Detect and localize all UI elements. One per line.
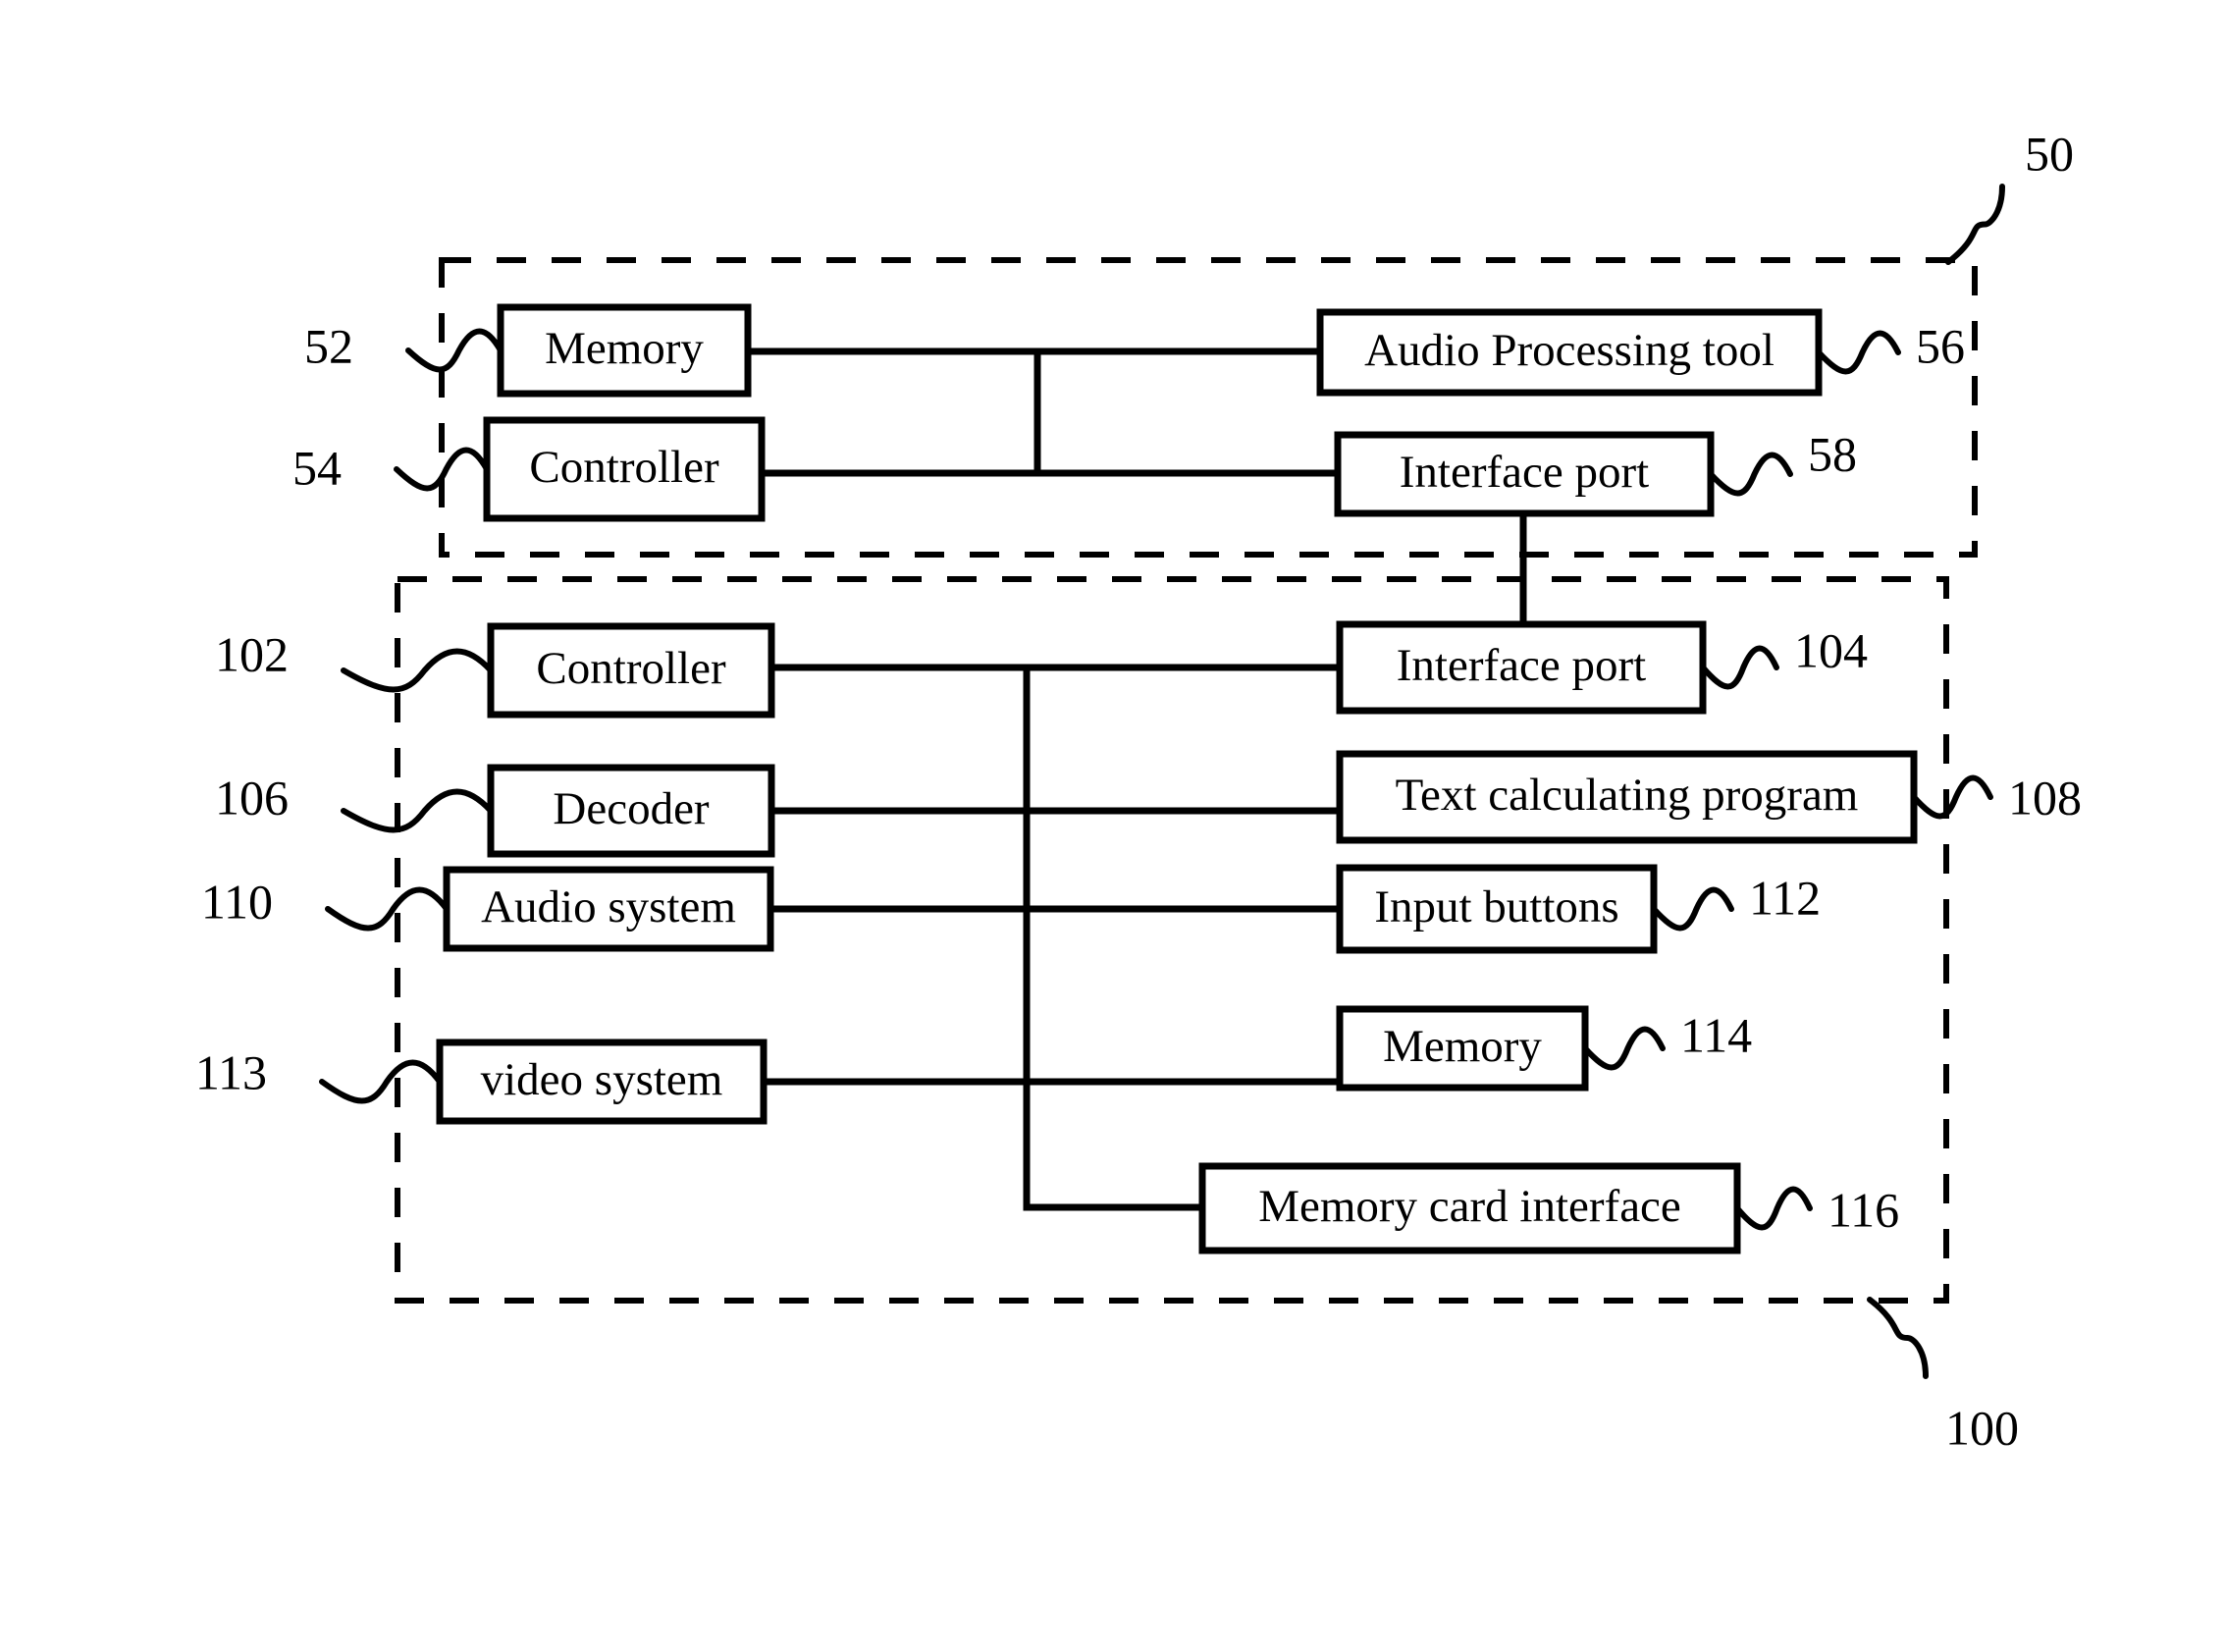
ref-numeral-108: 108 <box>2008 770 2082 825</box>
block-audio-system-110[interactable]: Audio system <box>443 866 774 952</box>
leader-audio-tool-56 <box>1816 330 1901 375</box>
leader-iface-port-58 <box>1708 452 1793 497</box>
leader-text-calc-108 <box>1911 774 1993 820</box>
ref-numeral-102: 102 <box>215 626 289 681</box>
block-label-iface-port-58: Interface port <box>1400 447 1649 498</box>
leader-controller-54 <box>394 447 490 492</box>
ref-numeral-106: 106 <box>215 770 289 825</box>
functional-blocks: Memory Controller Audio Processing tool Int… <box>436 303 1918 1254</box>
ref-numeral-114: 114 <box>1680 1007 1752 1062</box>
leader-input-buttons-112 <box>1651 886 1734 932</box>
leader-memcard-iface-116 <box>1734 1186 1813 1231</box>
block-label-controller-102: Controller <box>536 643 726 694</box>
block-label-controller-54: Controller <box>529 442 719 493</box>
leader-group-50 <box>1945 184 2005 265</box>
block-controller-54[interactable]: Controller <box>483 416 766 522</box>
leader-group-100 <box>1867 1297 1929 1379</box>
diagram-canvas: Memory Controller Audio Processing tool Int… <box>195 126 2082 1455</box>
block-decoder-106[interactable]: Decoder <box>487 764 775 858</box>
block-label-audio-tool-56: Audio Processing tool <box>1364 325 1775 376</box>
block-label-memory-52: Memory <box>545 323 704 374</box>
leader-video-system-113 <box>319 1059 443 1104</box>
ref-numeral-56: 56 <box>1916 318 1965 373</box>
ref-numeral-104: 104 <box>1794 622 1868 677</box>
ref-numeral-52: 52 <box>304 318 353 373</box>
block-controller-102[interactable]: Controller <box>487 622 775 719</box>
wire-lower-bus-to-memorycard116 <box>1023 664 1206 1211</box>
block-video-system-113[interactable]: video system <box>436 1039 768 1125</box>
block-memory-114[interactable]: Memory <box>1336 1005 1589 1092</box>
block-text-calc-108[interactable]: Text calculating program <box>1336 750 1918 844</box>
ref-numeral-112: 112 <box>1749 870 1821 925</box>
leader-memory-114 <box>1582 1026 1666 1071</box>
ref-numeral-110: 110 <box>201 874 273 929</box>
leader-memory-52 <box>405 328 503 373</box>
block-label-text-calc-108: Text calculating program <box>1396 770 1859 821</box>
ref-numeral-116: 116 <box>1828 1182 1899 1237</box>
leader-decoder-106 <box>341 788 494 833</box>
block-memory-52[interactable]: Memory <box>497 303 752 398</box>
block-audio-tool-56[interactable]: Audio Processing tool <box>1316 308 1823 397</box>
block-input-buttons-112[interactable]: Input buttons <box>1336 864 1658 954</box>
leader-controller-102 <box>341 648 494 693</box>
ref-numeral-100: 100 <box>1945 1400 2019 1455</box>
leader-iface-port-104 <box>1700 645 1779 690</box>
ref-numeral-58: 58 <box>1808 426 1857 481</box>
block-label-input-buttons-112: Input buttons <box>1374 881 1618 933</box>
patent-figure: Memory Controller Audio Processing tool Int… <box>0 0 2225 1652</box>
leader-audio-system-110 <box>325 886 450 932</box>
block-label-decoder-106: Decoder <box>553 783 710 834</box>
ref-numeral-54: 54 <box>292 440 342 495</box>
block-label-iface-port-104: Interface port <box>1397 640 1646 691</box>
block-label-audio-system-110: Audio system <box>481 881 736 933</box>
ref-numeral-113: 113 <box>195 1044 267 1099</box>
block-iface-port-104[interactable]: Interface port <box>1336 620 1707 715</box>
block-memcard-iface-116[interactable]: Memory card interface <box>1198 1162 1741 1254</box>
block-iface-port-58[interactable]: Interface port <box>1334 431 1715 517</box>
block-label-memory-114: Memory <box>1383 1021 1542 1072</box>
block-label-video-system-113: video system <box>481 1054 723 1105</box>
block-label-memcard-iface-116: Memory card interface <box>1258 1181 1681 1232</box>
ref-numeral-50: 50 <box>2025 126 2074 181</box>
